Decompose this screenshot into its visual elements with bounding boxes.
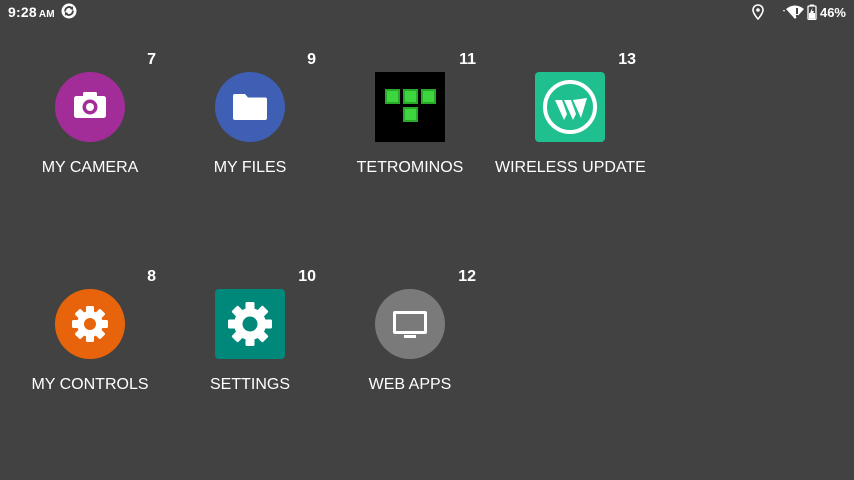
app-number: 9 xyxy=(307,51,316,68)
status-right: 46% xyxy=(752,3,846,21)
app-tile-tetrominos[interactable]: 11 TETROMINOS xyxy=(335,50,485,200)
app-tile-my-camera[interactable]: 7 MY CAMERA xyxy=(15,50,165,200)
app-label: WIRELESS UPDATE xyxy=(495,159,646,176)
status-time: 9:28 AM xyxy=(8,4,55,20)
location-icon xyxy=(752,4,764,20)
tetromino-icon xyxy=(375,72,445,142)
app-tile-my-controls[interactable]: 8 MY CONTROLS xyxy=(15,267,165,417)
status-time-value: 9:28 xyxy=(8,4,37,20)
app-tile-settings[interactable]: 10 SETTINGS xyxy=(175,267,325,417)
app-number: 10 xyxy=(298,268,316,285)
status-bar: 9:28 AM 46% xyxy=(0,0,854,24)
app-label: SETTINGS xyxy=(209,376,290,393)
app-number: 13 xyxy=(618,51,636,68)
settings-gear-icon xyxy=(215,289,285,359)
wireless-update-icon xyxy=(535,72,605,142)
app-number: 11 xyxy=(459,51,476,68)
app-label: WEB APPS xyxy=(368,376,452,393)
app-label: MY CAMERA xyxy=(41,159,139,176)
battery-icon xyxy=(807,4,817,20)
app-label: MY CONTROLS xyxy=(31,376,149,393)
app-number: 12 xyxy=(458,268,476,285)
wifi-icon xyxy=(782,5,804,19)
gear-icon xyxy=(55,289,125,359)
home-screen: 9:28 AM 46% 7 MY CAMERA 9 MY FILES 11 TE… xyxy=(0,0,854,480)
folder-icon xyxy=(215,72,285,142)
camera-icon xyxy=(55,72,125,142)
app-number: 8 xyxy=(147,268,156,285)
status-time-ampm: AM xyxy=(38,9,55,20)
battery-percent: 46% xyxy=(819,4,846,20)
app-label: MY FILES xyxy=(213,159,287,176)
app-number: 7 xyxy=(147,51,156,68)
app-tile-wireless-update[interactable]: 13 WIRELESS UPDATE xyxy=(495,50,646,200)
monitor-icon xyxy=(375,289,445,359)
app-tile-my-files[interactable]: 9 MY FILES xyxy=(175,50,325,200)
sync-icon xyxy=(61,3,77,19)
app-tile-web-apps[interactable]: 12 WEB APPS xyxy=(335,267,485,417)
app-label: TETROMINOS xyxy=(356,159,464,176)
